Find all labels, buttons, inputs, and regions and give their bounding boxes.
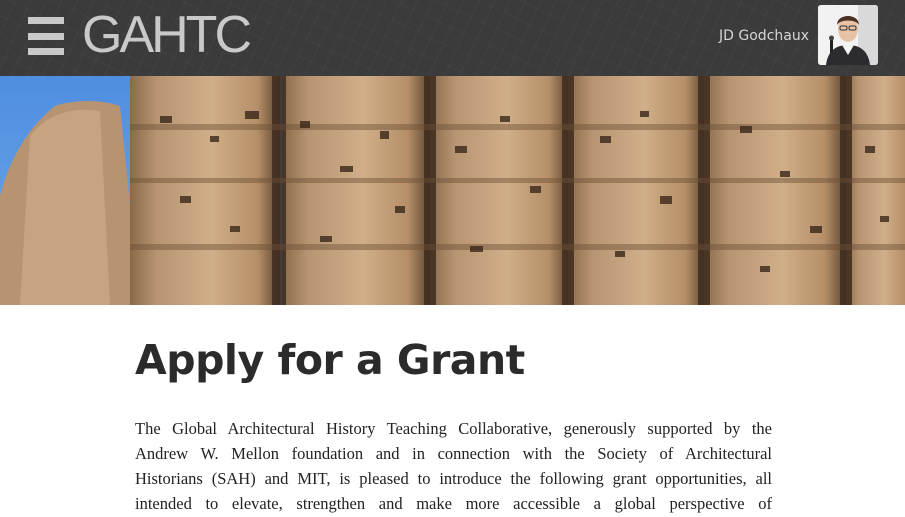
gahtc-logo[interactable]: GAHTC xyxy=(82,5,252,65)
intro-line: intended to elevate, strengthen and make… xyxy=(135,494,772,513)
hero-banner xyxy=(0,76,905,305)
user-avatar[interactable] xyxy=(818,5,878,65)
intro-paragraph: The Global Architectural History Teachin… xyxy=(135,416,772,516)
top-navigation-bar: GAHTC JD Godchaux xyxy=(0,0,905,76)
hamburger-menu-icon[interactable] xyxy=(28,17,64,55)
intro-line: Andrew W. Mellon foundation and in conne… xyxy=(135,444,772,463)
user-name-link[interactable]: JD Godchaux xyxy=(719,28,809,44)
page-title: Apply for a Grant xyxy=(135,336,525,384)
user-avatar-image xyxy=(818,5,878,65)
intro-line: Historians (SAH) and MIT, is pleased to … xyxy=(135,469,772,488)
hero-image-mud-brick-wall xyxy=(0,76,905,305)
intro-line: The Global Architectural History Teachin… xyxy=(135,419,772,438)
